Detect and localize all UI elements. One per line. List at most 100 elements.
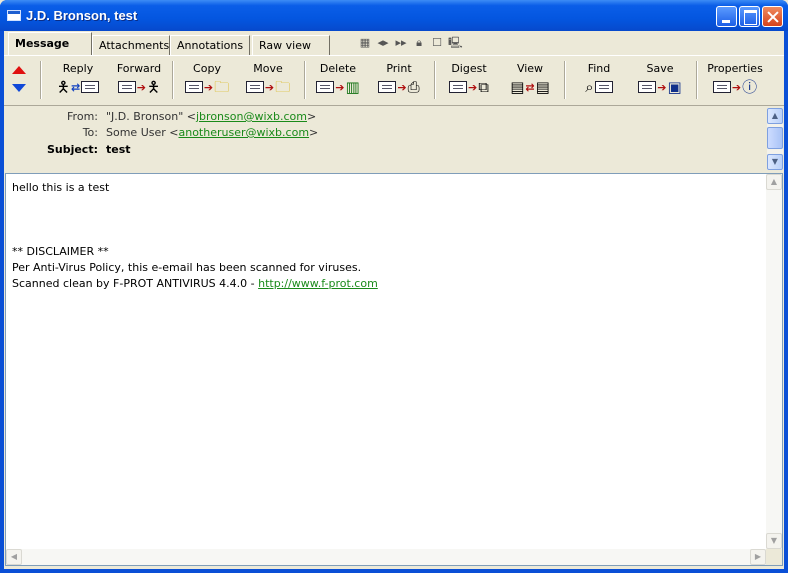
from-end: > <box>307 110 317 123</box>
print-button[interactable]: Print ➔ ⎙ <box>368 62 430 100</box>
copy-label: Copy <box>193 62 221 75</box>
body-horizontal-scrollbar[interactable]: ◀ ▶ <box>6 549 766 565</box>
fast-forward-icon[interactable]: ▸▸ <box>394 36 408 50</box>
message-nav <box>12 64 28 98</box>
subject-label: Subject: <box>46 143 98 156</box>
document-icon: ▤ <box>510 78 525 96</box>
forward-label: Forward <box>116 62 162 75</box>
from-email-link[interactable]: jbronson@wixb.com <box>196 110 307 123</box>
view-button[interactable]: View ▤ ⇄ ▤ <box>500 62 560 100</box>
arrow-icon: ➔ <box>136 80 146 94</box>
arrow-icon: ➔ <box>335 80 345 94</box>
arrow-icon: ⇄ <box>70 80 81 94</box>
close-button[interactable] <box>762 6 783 27</box>
person-icon: 🯅︎ <box>147 78 161 96</box>
title-bar[interactable]: J.D. Bronson, test <box>0 0 788 31</box>
arrow-icon: ➔ <box>468 80 478 94</box>
view-label: View <box>516 62 544 75</box>
tab-attachments[interactable]: Attachments <box>92 35 170 55</box>
to-value: Some User <anotheruser@wixb.com> <box>106 126 318 139</box>
tab-raw-view[interactable]: Raw view <box>252 35 330 55</box>
properties-button[interactable]: Properties ➔ ⓘ <box>700 62 770 100</box>
forward-button[interactable]: Forward ➔ 🯅︎ <box>108 62 170 100</box>
header-scrollbar[interactable]: ▲ ▼ <box>767 108 783 170</box>
scroll-down-icon[interactable]: ▼ <box>766 533 782 549</box>
to-name: Some User < <box>106 126 179 139</box>
subject-row: Subject: test <box>4 143 764 159</box>
scroll-right-icon[interactable]: ▶ <box>750 549 766 565</box>
envelope-icon <box>316 81 335 93</box>
minimize-button[interactable] <box>716 6 737 27</box>
scrollbar-corner <box>766 549 782 565</box>
body-vertical-scrollbar[interactable]: ▲ ▼ <box>766 174 782 549</box>
envelope-icon <box>81 81 100 93</box>
address-book-icon[interactable]: ▦ <box>358 36 372 50</box>
arrow-icon: ➔ <box>397 80 407 94</box>
arrow-icon: ➔ <box>264 80 275 94</box>
toolbar: Reply 🯅︎ ⇄ Forward ➔ 🯅︎ Copy ➔ 🗀 Move ➔ 🗀 De… <box>4 59 784 103</box>
save-button[interactable]: Save ➔ ▣ <box>630 62 690 100</box>
folder-icon: 🗀 <box>214 78 230 96</box>
to-end: > <box>309 126 319 139</box>
arrow-icon: ➔ <box>657 80 667 94</box>
magnifier-icon: ⌕ <box>585 78 594 96</box>
to-email-link[interactable]: anotheruser@wixb.com <box>178 126 309 139</box>
reply-button[interactable]: Reply 🯅︎ ⇄ <box>48 62 108 100</box>
scroll-down-icon[interactable]: ▼ <box>767 154 783 170</box>
info-icon: ⓘ <box>742 78 758 96</box>
tab-message[interactable]: Message <box>8 32 92 55</box>
message-window: J.D. Bronson, test Message Attachments A… <box>0 0 788 573</box>
from-value: "J.D. Bronson" <jbronson@wixb.com> <box>106 110 316 123</box>
tab-annotations[interactable]: Annotations <box>170 35 250 55</box>
print-label: Print <box>386 62 412 75</box>
policy-line: Per Anti-Virus Policy, this e-email has … <box>12 261 362 274</box>
scanned-line: Scanned clean by F-PROT ANTIVIRUS 4.4.0 … <box>12 276 378 292</box>
arrow-icon: ⇄ <box>525 80 535 94</box>
previous-message-icon[interactable] <box>12 66 26 74</box>
to-label: To: <box>82 126 98 139</box>
toolbar-separator <box>40 61 42 99</box>
lock-icon[interactable]: 🔒︎ <box>412 36 426 50</box>
message-header: From: "J.D. Bronson" <jbronson@wixb.com>… <box>4 105 784 171</box>
envelope-icon <box>638 81 657 93</box>
blank-icon[interactable]: ☐ <box>430 36 444 50</box>
digest-label: Digest <box>451 62 487 75</box>
find-label: Find <box>587 62 611 75</box>
tab-icon-group: ▦ ◂▸ ▸▸ 🔒︎ ☐ 🖳︎ <box>358 36 463 50</box>
to-row: To: Some User <anotheruser@wixb.com> <box>4 126 764 142</box>
scroll-thumb[interactable] <box>767 127 783 149</box>
folder-icon: 🗀 <box>275 78 291 96</box>
move-button[interactable]: Move ➔ 🗀 <box>238 62 298 100</box>
stack-icon: ⧉ <box>478 78 489 96</box>
nav-left-right-icon[interactable]: ◂▸ <box>376 36 390 50</box>
maximize-button[interactable] <box>739 6 760 27</box>
scroll-left-icon[interactable]: ◀ <box>6 549 22 565</box>
from-label: From: <box>67 110 98 123</box>
scanned-text: Scanned clean by F-PROT ANTIVIRUS 4.4.0 … <box>12 277 259 290</box>
next-message-icon[interactable] <box>12 84 26 92</box>
envelope-icon <box>712 81 731 93</box>
copy-button[interactable]: Copy ➔ 🗀 <box>176 62 238 100</box>
body-text: hello this is a test ** DISCLAIMER ** Pe… <box>12 180 378 292</box>
scroll-up-icon[interactable]: ▲ <box>766 174 782 190</box>
disclaimer-line: ** DISCLAIMER ** <box>12 245 109 258</box>
properties-label: Properties <box>707 62 763 75</box>
arrow-icon: ➔ <box>731 80 742 94</box>
computer-icon[interactable]: 🖳︎ <box>448 36 463 50</box>
save-label: Save <box>646 62 674 75</box>
digest-button[interactable]: Digest ➔ ⧉ <box>438 62 500 100</box>
subject-value: test <box>106 143 131 156</box>
scroll-up-icon[interactable]: ▲ <box>767 108 783 124</box>
find-button[interactable]: Find ⌕ <box>568 62 630 100</box>
move-label: Move <box>253 62 283 75</box>
toolbar-separator <box>564 61 566 99</box>
arrow-icon: ➔ <box>203 80 214 94</box>
fprot-link[interactable]: http://www.f-prot.com <box>258 277 378 290</box>
message-body[interactable]: hello this is a test ** DISCLAIMER ** Pe… <box>5 173 783 566</box>
delete-button[interactable]: Delete ➔ ▥ <box>308 62 368 100</box>
toolbar-separator <box>696 61 698 99</box>
toolbar-separator <box>434 61 436 99</box>
trash-icon: ▥ <box>345 78 360 96</box>
envelope-icon <box>117 81 136 93</box>
toolbar-separator <box>172 61 174 99</box>
